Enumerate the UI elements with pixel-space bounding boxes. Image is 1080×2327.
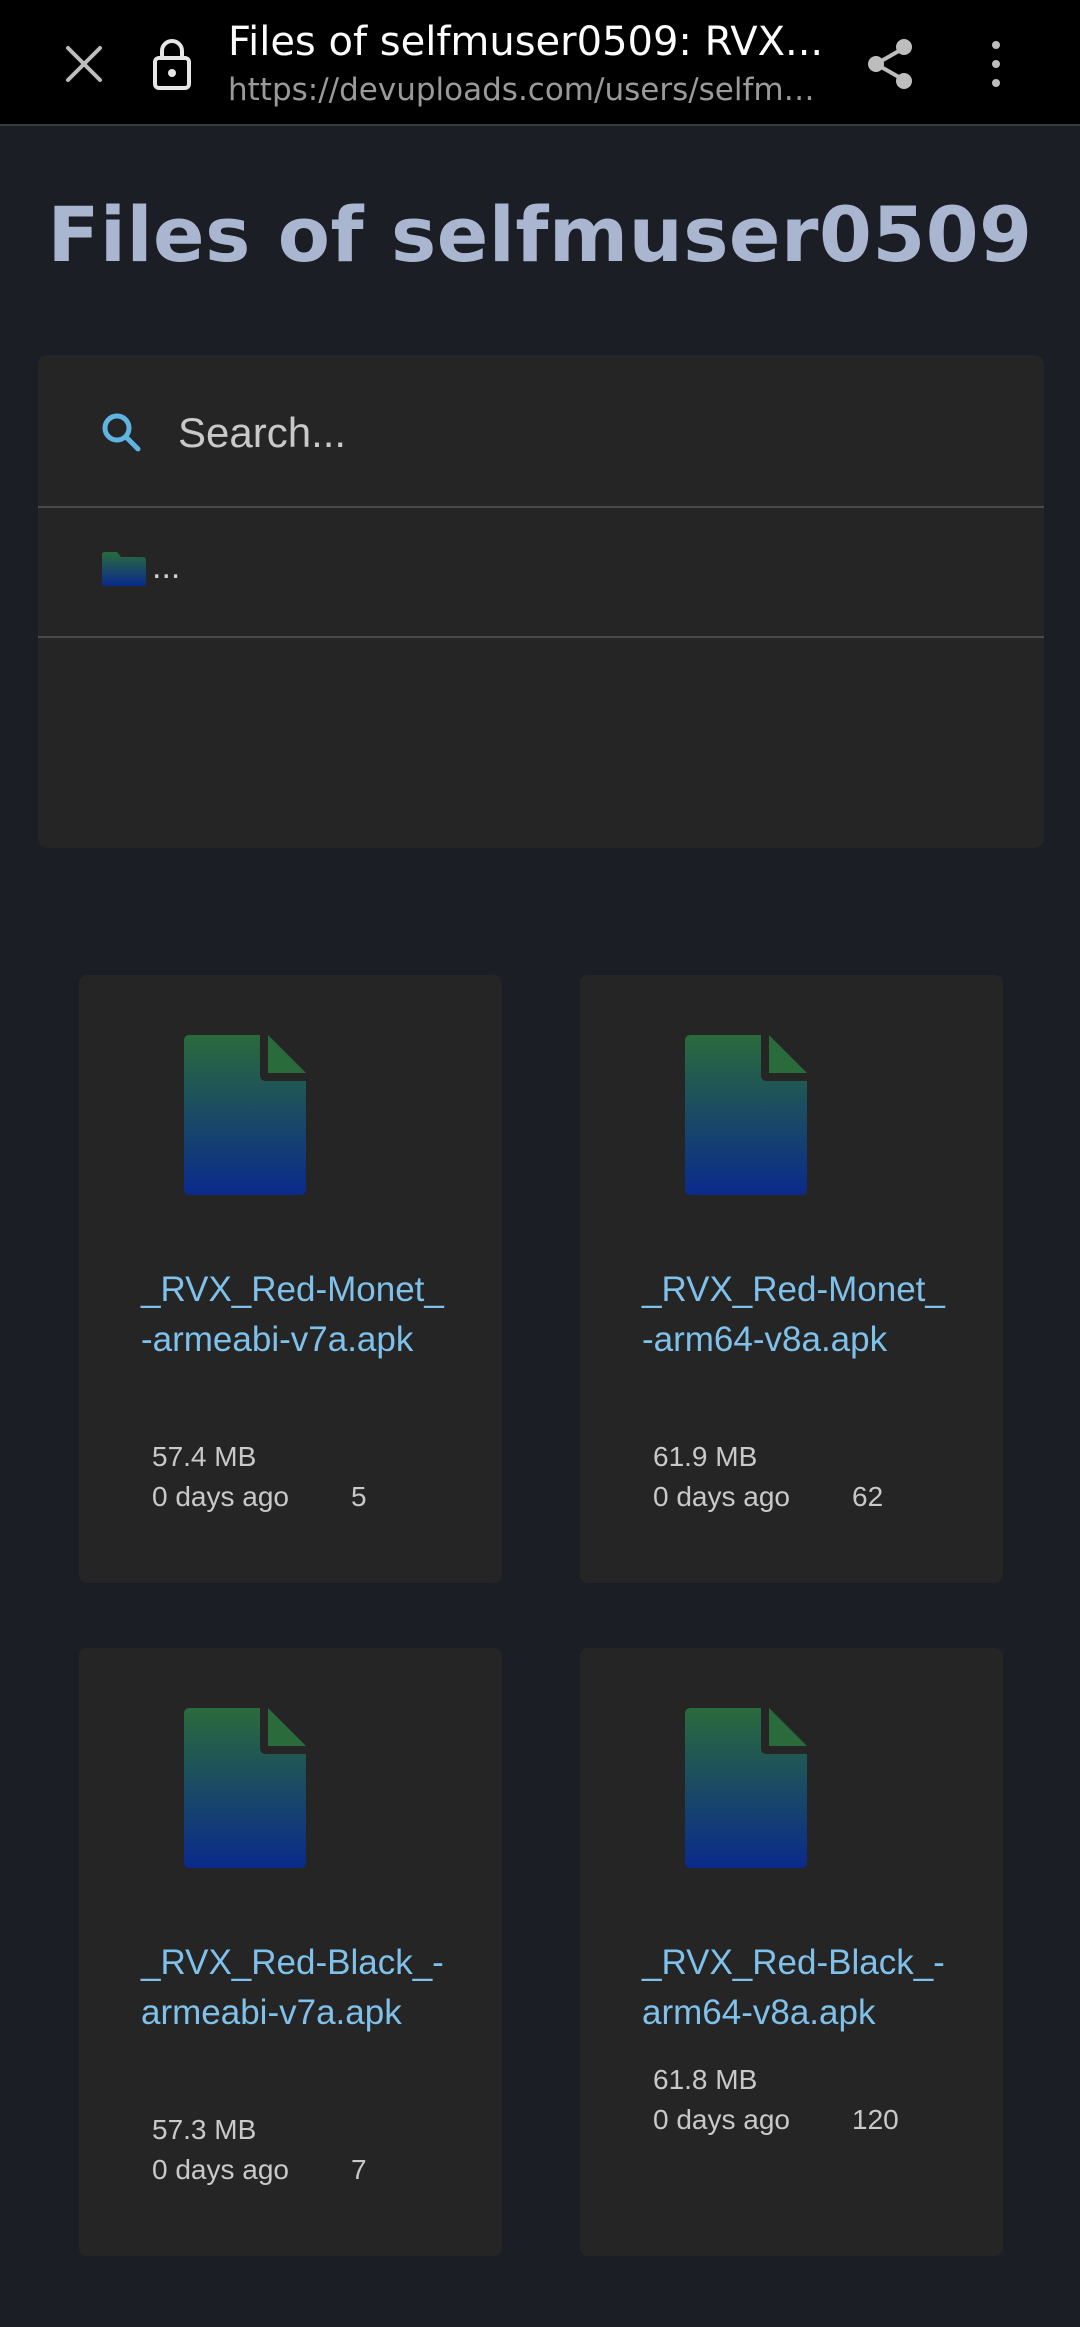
address-url: https://devuploads.com/users/selfmu... — [228, 72, 828, 108]
file-icon — [184, 1035, 306, 1195]
file-age: 0 days ago — [653, 2104, 790, 2135]
file-card[interactable]: _RVX_Red-Monet_-armeabi-v7a.apk 57.4 MB … — [79, 975, 502, 1583]
download-count: 120 — [852, 2104, 899, 2135]
download-count: 5 — [351, 1481, 367, 1512]
search-panel: ... — [38, 355, 1044, 848]
more-options-button[interactable] — [974, 36, 1018, 92]
file-name-link[interactable]: _RVX_Red-Black_-armeabi-v7a.apk — [141, 1938, 451, 2038]
close-icon — [66, 46, 102, 82]
file-name-link[interactable]: _RVX_Red-Monet_-arm64-v8a.apk — [642, 1265, 952, 1365]
file-name-link[interactable]: _RVX_Red-Black_-arm64-v8a.apk — [642, 1938, 952, 2038]
file-size: 61.8 MB — [653, 2064, 758, 2095]
search-icon — [102, 413, 141, 452]
share-icon — [868, 39, 912, 89]
file-age: 0 days ago — [152, 1481, 289, 1512]
file-size: 61.9 MB — [653, 1441, 758, 1472]
search-bar — [38, 355, 1044, 508]
page-title: Files of selfmuser0509 — [47, 190, 1033, 279]
file-size: 57.3 MB — [152, 2114, 257, 2145]
address-area[interactable]: Files of selfmuser0509: RVX... https://d… — [228, 14, 828, 110]
download-count: 7 — [351, 2154, 367, 2185]
file-name-link[interactable]: _RVX_Red-Monet_-armeabi-v7a.apk — [141, 1265, 451, 1365]
close-button[interactable] — [56, 36, 112, 92]
folder-icon — [102, 552, 146, 586]
file-card[interactable]: _RVX_Red-Monet_-arm64-v8a.apk 61.9 MB 0 … — [580, 975, 1003, 1583]
download-count: 62 — [852, 1481, 884, 1512]
file-age: 0 days ago — [653, 1481, 790, 1512]
folder-item-parent[interactable]: ... — [38, 508, 1044, 638]
file-icon — [685, 1708, 807, 1868]
folder-label: ... — [152, 548, 181, 586]
browser-page-title: Files of selfmuser0509: RVX... — [228, 19, 824, 65]
file-age: 0 days ago — [152, 2154, 289, 2185]
file-card[interactable]: _RVX_Red-Black_-arm64-v8a.apk 61.8 MB 0 … — [580, 1648, 1003, 2256]
file-size: 57.4 MB — [152, 1441, 257, 1472]
file-icon — [685, 1035, 807, 1195]
search-input[interactable] — [178, 393, 998, 473]
share-button[interactable] — [862, 36, 918, 92]
site-info-button[interactable] — [150, 36, 194, 92]
file-icon — [184, 1708, 306, 1868]
more-vert-icon — [992, 41, 1000, 87]
browser-toolbar: Files of selfmuser0509: RVX... https://d… — [0, 0, 1080, 126]
lock-icon — [153, 39, 191, 90]
file-card[interactable]: _RVX_Red-Black_-armeabi-v7a.apk 57.3 MB … — [79, 1648, 502, 2256]
